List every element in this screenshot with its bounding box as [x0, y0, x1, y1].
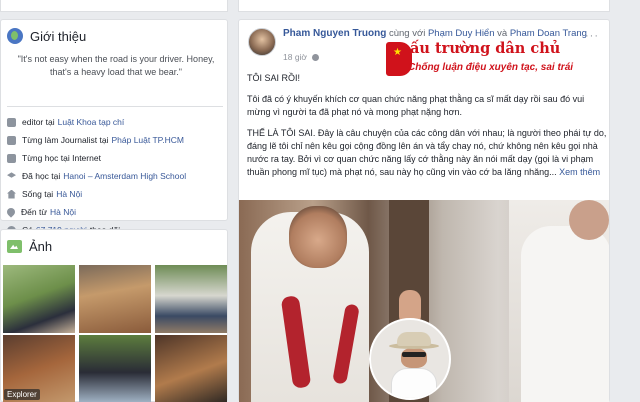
- intro-title: Giới thiệu: [30, 28, 87, 44]
- briefcase-icon: [7, 117, 16, 127]
- intro-row-from: Đến từ Hà Nội: [5, 203, 186, 221]
- author-avatar[interactable]: [248, 28, 276, 56]
- previous-card-bottom: [0, 0, 228, 12]
- image-reflection-head: [569, 200, 609, 240]
- top-strip: [0, 0, 640, 18]
- watermark-title: ấu trường dân chủ: [410, 40, 561, 57]
- hometown-link[interactable]: Hà Nội: [50, 207, 76, 217]
- divider: [7, 106, 223, 107]
- photos-header: Ảnh: [7, 239, 52, 254]
- photo-grid: [3, 265, 227, 402]
- row-text: Sống tại: [22, 189, 54, 199]
- row-text: Từng làm Journalist tại: [22, 135, 109, 145]
- and-text: và: [497, 28, 508, 39]
- image-inset-portrait: [369, 318, 451, 400]
- image-main-head: [289, 206, 347, 268]
- post-body: TÔI SAI RỒI! Tôi đã có ý khuyến khích cơ…: [247, 72, 607, 187]
- see-more-link[interactable]: Xem thêm: [559, 167, 600, 177]
- intro-row-studied: Từng học tại Internet: [7, 149, 186, 167]
- previous-workplace-link[interactable]: Pháp Luật TP.HCM: [111, 135, 183, 145]
- watermark-slogan: Chống luận điệu xuyên tạc, sai trái: [408, 62, 574, 73]
- post-paragraph: THẾ LÀ TÔI SAI. Đây là câu chuyện của cá…: [247, 127, 607, 179]
- briefcase-icon: [7, 135, 16, 145]
- intro-row-work: editor tại Luật Khoa tạp chí: [7, 113, 186, 131]
- photos-card: Ảnh: [0, 229, 228, 402]
- inset-shirt: [391, 368, 437, 398]
- intro-quote: "It's not easy when the road is your dri…: [17, 54, 215, 77]
- shirt-embroidery: [332, 303, 360, 385]
- with-text: cùng với: [388, 28, 426, 39]
- row-text: Đến từ: [21, 207, 48, 217]
- post-timestamp-link[interactable]: 18 giờ: [283, 52, 307, 62]
- intro-row-lives: Sống tại Hà Nội: [7, 185, 186, 203]
- tagged-user-link[interactable]: Pham Doan Trang: [510, 28, 587, 39]
- photo-icon: [7, 240, 22, 253]
- explorer-label: Explorer: [4, 389, 40, 400]
- inset-face: [401, 348, 427, 368]
- right-margin: [610, 0, 640, 402]
- graduation-cap-icon: [7, 172, 16, 178]
- previous-post-bottom: [238, 0, 610, 12]
- star-icon: ★: [393, 47, 402, 58]
- photo-thumbnail[interactable]: [3, 265, 75, 333]
- post-options-button[interactable]: ···: [585, 30, 599, 42]
- intro-header: Giới thiệu: [7, 28, 86, 44]
- workplace-link[interactable]: Luật Khoa tạp chí: [58, 117, 125, 127]
- globe-icon: [7, 28, 23, 44]
- post-meta: 18 giờ: [283, 52, 320, 62]
- intro-details: editor tại Luật Khoa tạp chí Từng làm Jo…: [5, 113, 186, 239]
- photo-thumbnail[interactable]: [79, 335, 151, 402]
- briefcase-icon: [7, 153, 16, 163]
- city-link[interactable]: Hà Nội: [56, 189, 82, 199]
- map-pin-icon: [5, 206, 17, 218]
- watermark-logo: ★ ấu trường dân chủ Chống luận điệu xuyê…: [386, 40, 576, 78]
- photos-title[interactable]: Ảnh: [29, 239, 52, 254]
- row-text: Từng học tại Internet: [22, 153, 101, 163]
- tagged-user-link[interactable]: Phạm Duy Hiển: [428, 28, 495, 39]
- school-link[interactable]: Hanoi – Amsterdam High School: [63, 171, 186, 181]
- post-image[interactable]: [239, 200, 609, 402]
- post-paragraph-text: THẾ LÀ TÔI SAI. Đây là câu chuyện của cá…: [247, 128, 607, 177]
- row-text: Đã học tại: [22, 171, 61, 181]
- house-icon: [7, 189, 16, 199]
- intro-row-school: Đã học tại Hanoi – Amsterdam High School: [7, 167, 186, 185]
- shirt-embroidery: [280, 295, 312, 389]
- intro-row-previous-work: Từng làm Journalist tại Pháp Luật TP.HCM: [7, 131, 186, 149]
- post-header: Pham Nguyen Truong cùng với Phạm Duy Hiể…: [283, 27, 603, 40]
- post-paragraph: Tôi đã có ý khuyến khích cơ quan chức nă…: [247, 94, 585, 117]
- image-reflection-figure: [521, 226, 609, 402]
- author-name-link[interactable]: Pham Nguyen Truong: [283, 28, 386, 39]
- photo-thumbnail[interactable]: [155, 335, 227, 402]
- public-globe-icon: [312, 54, 320, 61]
- photo-thumbnail[interactable]: [79, 265, 151, 333]
- inset-hat: [397, 332, 431, 346]
- photo-thumbnail[interactable]: [155, 265, 227, 333]
- inset-sunglasses: [402, 352, 426, 357]
- row-text: editor tại: [22, 117, 55, 127]
- intro-card: Giới thiệu "It's not easy when the road …: [0, 19, 228, 235]
